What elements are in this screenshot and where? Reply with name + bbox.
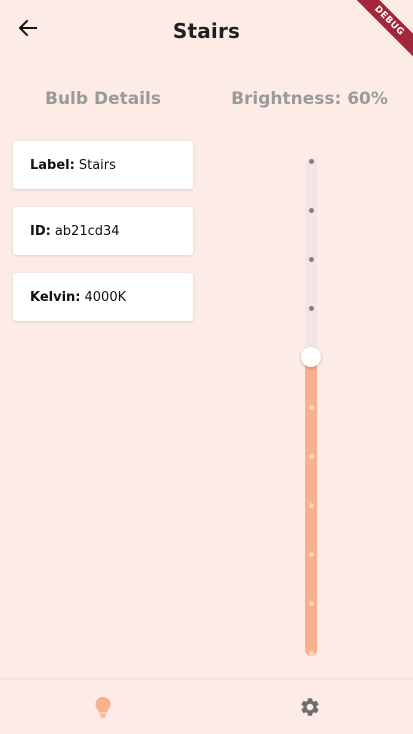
slider-tick xyxy=(308,404,314,410)
detail-card-label: Label: Stairs xyxy=(13,141,193,189)
detail-value: Stairs xyxy=(78,157,116,173)
page-title: Stairs xyxy=(172,19,241,43)
lightbulb-icon xyxy=(95,697,111,718)
brightness-heading: Brightness: 60% xyxy=(231,89,388,109)
bulb-details-heading: Bulb Details xyxy=(45,89,161,109)
slider-tick xyxy=(308,207,314,213)
detail-card-kelvin: Kelvin: 4000K xyxy=(13,273,193,321)
app-bar: Stairs xyxy=(0,0,413,68)
detail-key: Kelvin: xyxy=(30,289,81,305)
detail-value: 4000K xyxy=(84,289,127,305)
slider-tick xyxy=(308,502,314,508)
detail-key: Label: xyxy=(30,157,75,173)
slider-tick xyxy=(308,650,314,656)
slider-tick xyxy=(308,256,314,262)
slider-tick xyxy=(308,552,314,558)
nav-item-bulb[interactable] xyxy=(0,680,206,734)
brightness-slider[interactable] xyxy=(300,150,322,660)
slider-thumb[interactable] xyxy=(301,347,321,368)
slider-tick xyxy=(308,601,314,607)
gear-icon xyxy=(301,698,319,716)
bottom-navigation xyxy=(0,680,413,734)
detail-key: ID: xyxy=(30,223,51,239)
slider-tick xyxy=(308,158,314,164)
detail-card-id: ID: ab21cd34 xyxy=(13,207,193,255)
slider-tick xyxy=(308,306,314,312)
slider-tick xyxy=(308,453,314,459)
detail-value: ab21cd34 xyxy=(54,223,120,239)
nav-item-settings[interactable] xyxy=(207,680,413,734)
